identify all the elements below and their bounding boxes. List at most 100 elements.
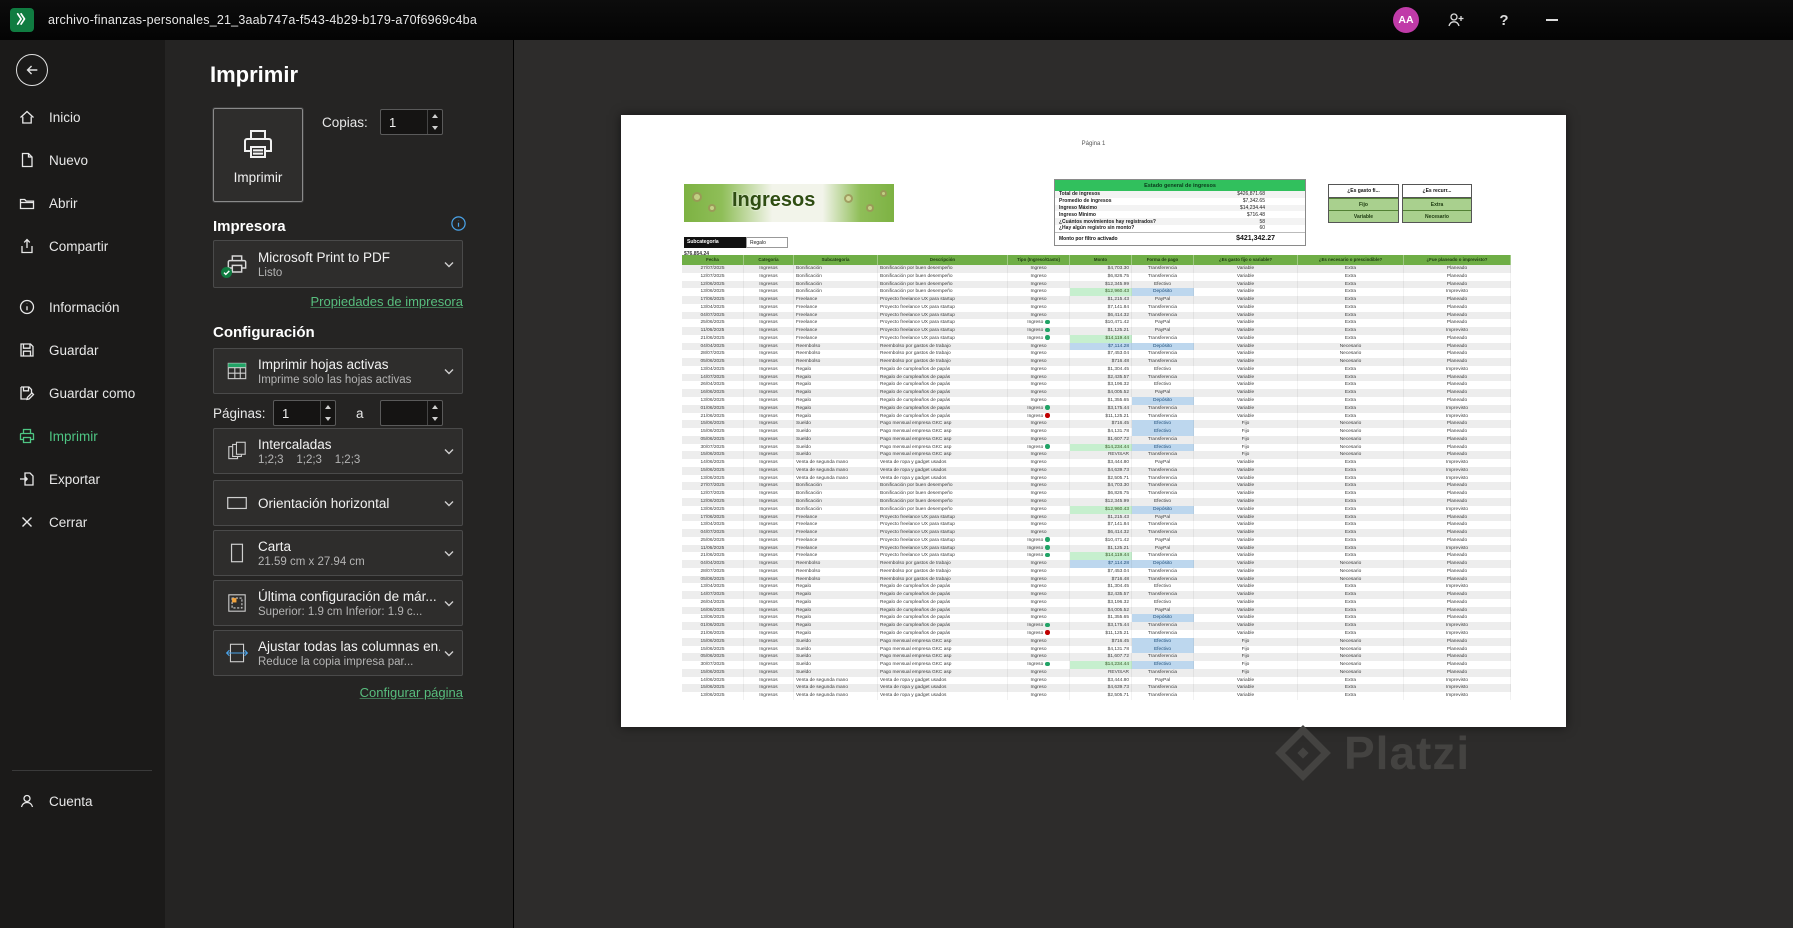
pages-to-increment-button[interactable] (428, 401, 442, 413)
table-cell: Transferencia (1132, 629, 1194, 638)
table-cell: Proyecto freelance UX para startup (878, 552, 1008, 561)
sidebar-item-cerrar[interactable]: Cerrar (0, 501, 165, 543)
table-cell: Fijo (1194, 653, 1298, 662)
table-cell: Ingresos (744, 319, 794, 328)
share-contact-icon[interactable] (1445, 9, 1467, 31)
table-cell: Ingresos (744, 661, 794, 669)
table-cell: Planeado (1404, 265, 1511, 273)
table-cell: Ingresos (744, 459, 794, 467)
orientation-dropdown[interactable]: Orientación horizontal (213, 480, 463, 526)
table-row: 13/04/2025 Ingresos Freelance Proyecto free… (682, 521, 1511, 530)
sidebar-item-nuevo[interactable]: Nuevo (0, 139, 165, 181)
table-cell: Ingresos (744, 412, 794, 421)
help-icon[interactable]: ? (1493, 9, 1515, 31)
paper-size-dropdown[interactable]: Carta 21.59 cm x 27.94 cm (213, 530, 463, 576)
table-cell: Variable (1194, 676, 1298, 685)
pages-from-stepper[interactable] (273, 400, 336, 426)
copies-stepper[interactable] (380, 109, 443, 135)
column-header: Fecha (682, 255, 744, 265)
sidebar-item-guardar-como[interactable]: Guardar como (0, 372, 165, 414)
table-cell: Planeado (1404, 560, 1511, 568)
table-cell: Depósito (1132, 397, 1194, 405)
sidebar-item-exportar[interactable]: Exportar (0, 458, 165, 500)
table-cell: Venta de segunda mano (794, 474, 878, 483)
sidebar-item-inicio[interactable]: Inicio (0, 96, 165, 138)
table-row: 04/04/2025 Ingresos Reembolso Reembolso por… (682, 342, 1511, 351)
excel-logo-icon (10, 8, 34, 32)
table-cell: Sueldo (794, 661, 878, 669)
table-cell: 05/06/2025 (682, 435, 744, 444)
table-cell: 15/06/2025 (682, 451, 744, 460)
table-cell: Ingreso (1008, 575, 1070, 584)
table-cell: $14,119.44 (1070, 334, 1132, 343)
sidebar-item-label: Imprimir (49, 428, 98, 444)
sidebar-item-informacion[interactable]: Información (0, 286, 165, 328)
subcategory-filter: Subcategoría Regalo (684, 237, 788, 248)
table-cell: PayPal (1132, 544, 1194, 553)
minimize-icon[interactable] (1541, 9, 1563, 31)
table-cell: Ingresos (744, 536, 794, 545)
back-button[interactable] (16, 54, 48, 86)
print-button[interactable]: Imprimir (212, 107, 304, 203)
printer-properties-link[interactable]: Propiedades de impresora (213, 294, 463, 309)
table-cell: Ingresos (744, 404, 794, 413)
table-cell: $1,215.43 (1070, 296, 1132, 304)
printer-select[interactable]: Microsoft Print to PDF Listo (213, 240, 463, 288)
copies-decrement-button[interactable] (428, 122, 442, 134)
sidebar-item-guardar[interactable]: Guardar (0, 329, 165, 371)
table-cell: Sueldo (794, 637, 878, 646)
table-cell: Extra (1298, 598, 1404, 607)
avatar[interactable]: AA (1393, 7, 1419, 33)
pages-from-decrement-button[interactable] (321, 413, 335, 425)
table-cell: Proyecto freelance UX para startup (878, 544, 1008, 553)
table-cell: Necesario (1298, 428, 1404, 436)
table-cell: Ingresos (744, 505, 794, 514)
mini-table-gasto-fijo: ¿Es gasto fi... Fijo Variable (1328, 184, 1399, 223)
table-cell: Variable (1194, 327, 1298, 335)
sidebar-item-imprimir[interactable]: Imprimir (0, 415, 165, 457)
margins-dropdown[interactable]: Última configuración de már... Superior:… (213, 580, 463, 626)
table-cell: Ingreso (1008, 389, 1070, 398)
sidebar-item-label: Nuevo (49, 152, 89, 168)
table-cell: Ingreso (1008, 645, 1070, 654)
scaling-dropdown[interactable]: Ajustar todas las columnas en... Reduce … (213, 630, 463, 676)
pages-to-decrement-button[interactable] (428, 413, 442, 425)
print-what-dropdown[interactable]: Imprimir hojas activas Imprime solo las … (213, 348, 463, 394)
table-cell: 04/04/2025 (682, 342, 744, 351)
table-cell: Extra (1298, 692, 1404, 700)
table-cell: Regalo de cumpleaños de papás (878, 614, 1008, 623)
table-cell: Ingreso (1008, 342, 1070, 351)
sidebar-item-compartir[interactable]: Compartir (0, 225, 165, 267)
table-cell: Regalo de cumpleaños de papás (878, 622, 1008, 630)
table-cell: Regalo (794, 591, 878, 599)
printer-info-icon[interactable] (450, 215, 467, 232)
table-cell: Bonificación (794, 482, 878, 491)
page-setup-link[interactable]: Configurar página (213, 685, 463, 700)
copies-increment-button[interactable] (428, 110, 442, 122)
table-cell: 14/07/2025 (682, 591, 744, 599)
table-cell: Ingreso (1008, 381, 1070, 390)
sidebar-item-label: Cuenta (49, 793, 93, 809)
table-cell: Proyecto freelance UX para startup (878, 311, 1008, 320)
table-cell: 05/06/2025 (682, 358, 744, 366)
share-icon (18, 237, 36, 255)
sidebar-item-cuenta[interactable]: Cuenta (0, 780, 165, 822)
sidebar-item-abrir[interactable]: Abrir (0, 182, 165, 224)
table-cell: Necesario (1298, 560, 1404, 568)
table-cell: Ingreso (1008, 451, 1070, 460)
pages-to-stepper[interactable] (380, 400, 443, 426)
table-cell: Planeado (1404, 280, 1511, 289)
table-cell: Planeado (1404, 661, 1511, 669)
table-cell: Ingreso (1008, 676, 1070, 685)
table-cell: 15/06/2025 (682, 466, 744, 475)
pages-from-increment-button[interactable] (321, 401, 335, 413)
active-sheets-icon (224, 359, 250, 383)
collation-dropdown[interactable]: Intercaladas 1;2;3 1;2;3 1;2;3 (213, 428, 463, 474)
table-cell: Ingresos (744, 381, 794, 390)
table-cell: Ingresos (744, 676, 794, 685)
table-cell: Regalo (794, 629, 878, 638)
table-row: 05/06/2025 Ingresos Reembolso Reembolso por… (682, 575, 1511, 584)
table-row: 14/07/2025 Ingresos Regalo Regalo de cumple… (682, 373, 1511, 382)
table-cell: Ingresos (744, 466, 794, 475)
table-cell: 27/07/2025 (682, 265, 744, 273)
